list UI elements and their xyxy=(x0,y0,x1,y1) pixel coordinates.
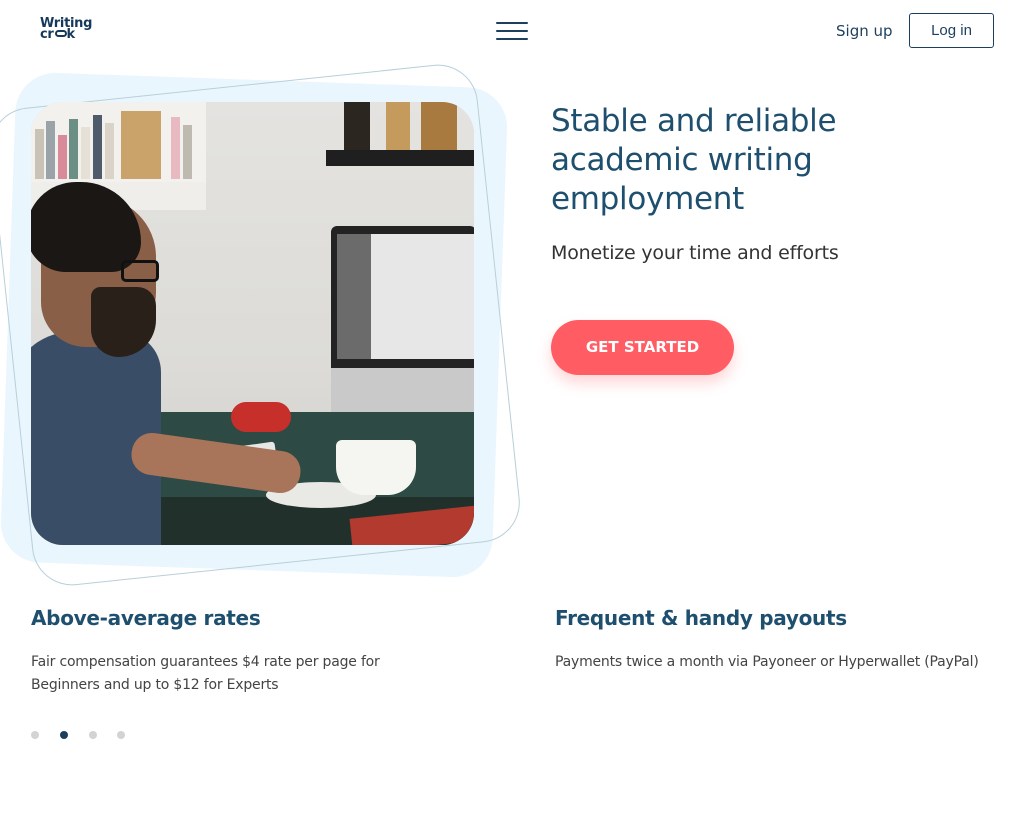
feature-text-rates: Fair compensation guarantees $4 rate per… xyxy=(31,654,380,693)
photo-person-glasses xyxy=(121,260,159,282)
logo-eye-icon xyxy=(54,30,67,37)
carousel-dot[interactable] xyxy=(117,731,125,739)
logo-line-2-start: cr xyxy=(40,27,54,42)
menu-bar xyxy=(496,22,528,24)
photo-monitor-sidebar xyxy=(337,234,371,359)
photo-cup xyxy=(336,440,416,495)
feature-text-payouts: Payments twice a month via Payoneer or H… xyxy=(555,654,979,670)
hero-title: Stable and reliable academic writing emp… xyxy=(551,103,837,217)
photo-books xyxy=(31,107,201,179)
carousel-dot[interactable] xyxy=(60,731,68,739)
feature-title-payouts: Frequent & handy payouts xyxy=(555,606,847,630)
hero-photo xyxy=(31,102,474,545)
hamburger-menu-icon[interactable] xyxy=(496,20,528,42)
hero-subtitle: Monetize your time and efforts xyxy=(551,242,839,264)
menu-bar xyxy=(496,30,528,32)
login-button[interactable]: Log in xyxy=(909,13,994,48)
get-started-button[interactable]: GET STARTED xyxy=(551,320,734,375)
photo-monitor-chin xyxy=(331,368,474,414)
signup-link[interactable]: Sign up xyxy=(836,22,893,40)
menu-bar xyxy=(496,38,528,40)
photo-red-object xyxy=(231,402,291,432)
photo-shelf-right-board xyxy=(326,150,474,166)
feature-title-rates: Above-average rates xyxy=(31,606,261,630)
logo[interactable]: Writing cr k xyxy=(40,17,100,44)
logo-line-2-end: k xyxy=(66,27,76,42)
carousel-dot[interactable] xyxy=(31,731,39,739)
carousel-dot[interactable] xyxy=(89,731,97,739)
